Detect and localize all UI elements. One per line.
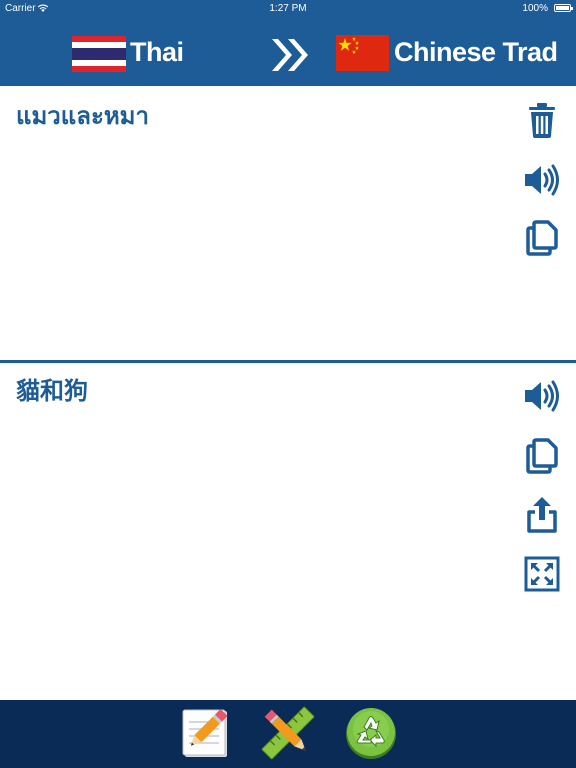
battery-icon [554, 4, 573, 12]
speaker-icon[interactable] [522, 376, 562, 416]
translated-text[interactable]: 貓和狗 [16, 371, 88, 406]
copy-icon[interactable] [522, 436, 562, 476]
source-language-label[interactable]: Thai [130, 37, 184, 68]
trash-icon[interactable] [522, 100, 562, 140]
copy-icon[interactable] [522, 218, 562, 258]
share-icon[interactable] [522, 494, 562, 534]
bottom-toolbar [0, 700, 576, 768]
ruler-pencil-icon[interactable] [260, 705, 316, 761]
double-chevron-right-icon[interactable] [270, 37, 310, 73]
panel-divider [0, 360, 576, 363]
recycle-icon[interactable] [343, 705, 399, 761]
china-flag-icon[interactable] [336, 35, 389, 71]
speaker-icon[interactable] [522, 160, 562, 200]
notepad-pencil-icon[interactable] [177, 705, 233, 761]
fullscreen-icon[interactable] [522, 554, 562, 594]
clock: 1:27 PM [269, 3, 307, 14]
language-header: Thai Chinese Trad [0, 17, 576, 86]
thailand-flag-icon[interactable] [72, 36, 126, 72]
battery-percent: 100% [522, 3, 548, 14]
target-language-label[interactable]: Chinese Trad [394, 37, 558, 68]
source-text[interactable]: แมวและหมา [16, 96, 149, 135]
status-bar: Carrier 1:27 PM 100% [0, 0, 576, 17]
